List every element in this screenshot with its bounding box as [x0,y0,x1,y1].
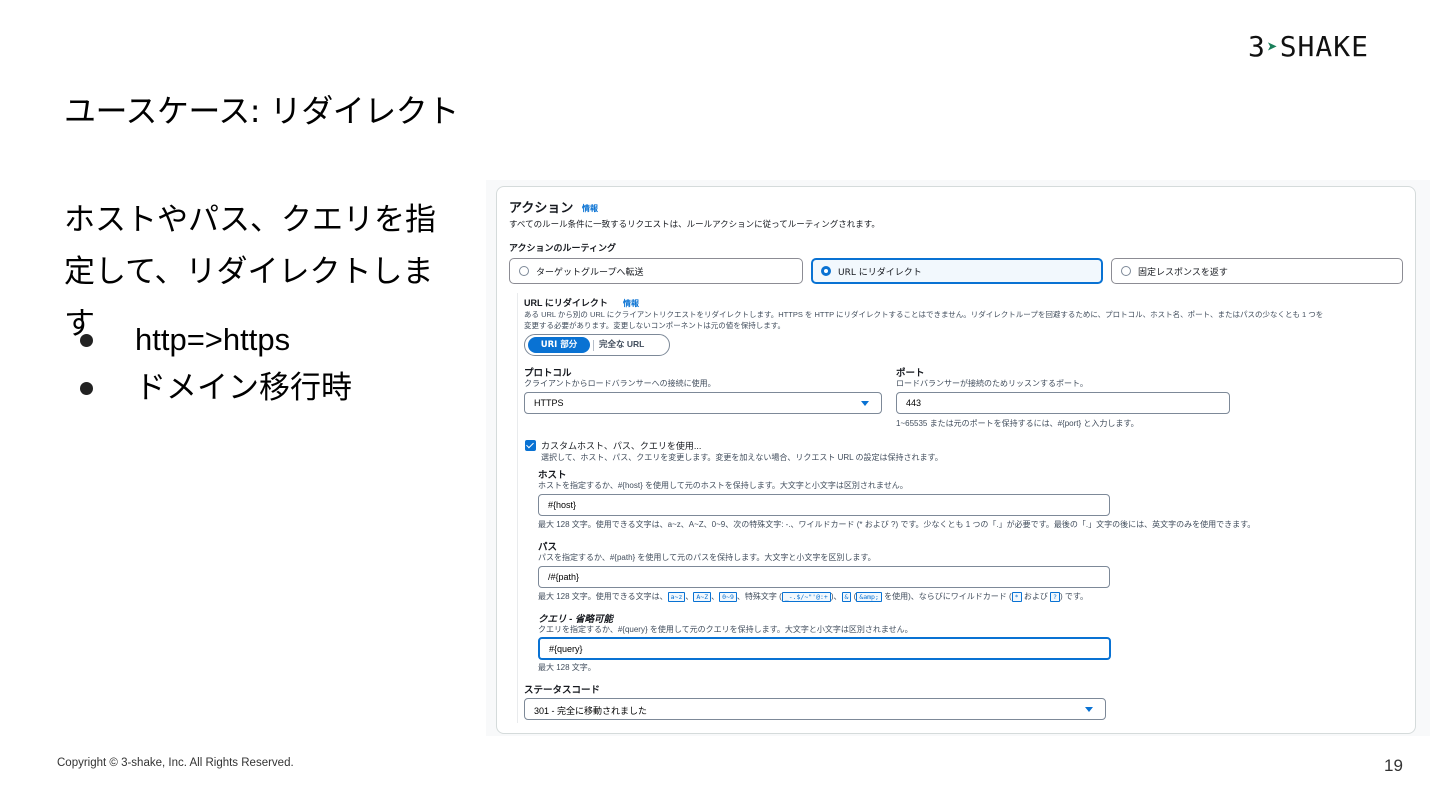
body-line-1: ホストやパス、クエリを指 [64,202,436,238]
radio-fixed-response[interactable] [1121,266,1131,276]
action-heading: アクション [509,200,574,215]
path-hint-text: を使用)、ならびにワイルドカード ( [881,592,1012,601]
action-description: すべてのルール条件に一致するリクエストは、ルールアクションに従ってルーティングさ… [509,219,880,229]
host-input[interactable]: #{host} [538,494,1110,516]
bullet-item: ドメイン移行時 [80,364,352,412]
port-value: 443 [906,398,922,408]
path-hint-code: * [1011,592,1022,602]
page-number: 19 [1384,756,1403,775]
query-desc: クエリを指定するか、#{query} を使用して元のクエリを保持します。大文字と… [538,625,913,634]
path-value: /#{path} [548,572,580,582]
bullet-text: ドメイン移行時 [135,370,352,405]
url-mode-toggle: URI 部分 完全な URL [524,334,670,356]
path-input[interactable]: /#{path} [538,566,1110,588]
host-hint: 最大 128 文字。使用できる文字は、a~z、A~Z、0~9、次の特殊文字: -… [538,520,1256,529]
bullet-item: http=>https [80,316,352,364]
path-hint-text: 最大 128 文字。使用できる文字は、 [538,592,668,601]
routing-label: アクションのルーティング [509,243,617,253]
port-desc: ロードバランサーが接続のためリッスンするポート。 [896,379,1088,388]
bullet-dot-icon [80,334,93,347]
radio-tile-fixed-response[interactable]: 固定レスポンスを返す [1111,258,1403,284]
protocol-desc: クライアントからロードバランサーへの接続に使用。 [524,379,716,388]
path-hint-code: &amp; [856,592,882,602]
action-card: アクション 情報 すべてのルール条件に一致するリクエストは、ルールアクションに従… [496,186,1416,734]
full-url-option[interactable]: 完全な URL [599,338,644,350]
path-desc: パスを指定するか、#{path} を使用して元のパスを保持します。大文字と小文字… [538,553,876,562]
uri-part-option[interactable]: URI 部分 [528,337,590,353]
query-hint: 最大 128 文字。 [538,663,596,672]
path-hint-code: _-.$/~"'@:+ [781,592,831,602]
radio-fixed-response-label: 固定レスポンスを返す [1138,268,1228,278]
protocol-label: プロトコル [524,368,572,379]
radio-tile-forward[interactable]: ターゲットグループへ転送 [509,258,803,284]
bullet-list: http=>https ドメイン移行時 [80,316,352,412]
redirect-desc-2: 変更する必要があります。変更しないコンポーネントは元の値を保持します。 [524,321,785,330]
logo-text: SHAKE [1279,30,1369,63]
query-value: #{query} [549,644,583,654]
port-hint: 1~65535 または元のポートを保持するには、#{port} と入力します。 [896,419,1139,428]
redirect-desc-1: ある URL から別の URL にクライアントリクエストをリダイレクトします。H… [524,310,1324,319]
port-input[interactable]: 443 [896,392,1230,414]
protocol-value: HTTPS [534,398,564,408]
custom-checkbox-label: カスタムホスト、パス、クエリを使用... [541,441,702,451]
path-hint-code: A~Z [693,592,712,602]
logo-arrow-icon: ➤ [1266,37,1279,58]
status-code-select[interactable]: 301 - 完全に移動されました [524,698,1106,720]
query-label: クエリ - 省略可能 [538,614,613,625]
path-hint-text: )、 [830,592,842,601]
radio-redirect-label: URL にリダイレクト [838,268,922,278]
host-value: #{host} [548,500,577,510]
path-hint-text: 、特殊文字 ( [736,592,782,601]
path-hint-code: a~z [667,592,686,602]
status-code-label: ステータスコード [524,685,601,696]
radio-tile-redirect[interactable]: URL にリダイレクト [811,258,1103,284]
host-label: ホスト [538,470,567,481]
company-logo: 3➤SHAKE [1248,30,1369,63]
logo-number: 3 [1248,30,1266,63]
custom-checkbox[interactable] [525,440,536,451]
radio-redirect[interactable] [821,266,831,276]
port-label: ポート [896,368,925,379]
section-divider [517,293,518,723]
path-hint-text: ) です。 [1059,592,1089,601]
path-hint-code: ? [1050,592,1060,602]
host-desc: ホストを指定するか、#{host} を使用して元のホストを保持します。大文字と小… [538,481,908,490]
custom-checkbox-desc: 選択して、ホスト、パス、クエリを変更します。変更を加えない場合、リクエスト UR… [541,453,943,462]
path-hint: 最大 128 文字。使用できる文字は、 a~z、 A~Z、 0~9 、特殊文字 (_-.… [538,592,1089,602]
redirect-heading: URL にリダイレクト [524,298,608,308]
protocol-select[interactable]: HTTPS [524,392,882,414]
path-label: パス [538,542,558,553]
bullet-text: http=>https [135,322,291,357]
slide-title: ユースケース: リダイレクト [64,92,459,130]
bullet-dot-icon [80,382,93,395]
radio-forward-label: ターゲットグループへ転送 [536,268,644,278]
path-hint-code: & [841,592,852,602]
status-code-value: 301 - 完全に移動されました [534,706,648,716]
console-screenshot: アクション 情報 すべてのルール条件に一致するリクエストは、ルールアクションに従… [486,180,1430,736]
query-input[interactable]: #{query} [538,637,1111,660]
chevron-down-icon [1085,707,1093,712]
radio-forward[interactable] [519,266,529,276]
path-hint-code: 0~9 [719,592,737,602]
redirect-info-link[interactable]: 情報 [623,298,639,309]
path-hint-text: および [1021,592,1051,601]
copyright: Copyright © 3-shake, Inc. All Rights Res… [57,757,294,769]
action-info-link[interactable]: 情報 [582,203,598,214]
toggle-divider [593,340,594,351]
chevron-down-icon [861,401,869,406]
